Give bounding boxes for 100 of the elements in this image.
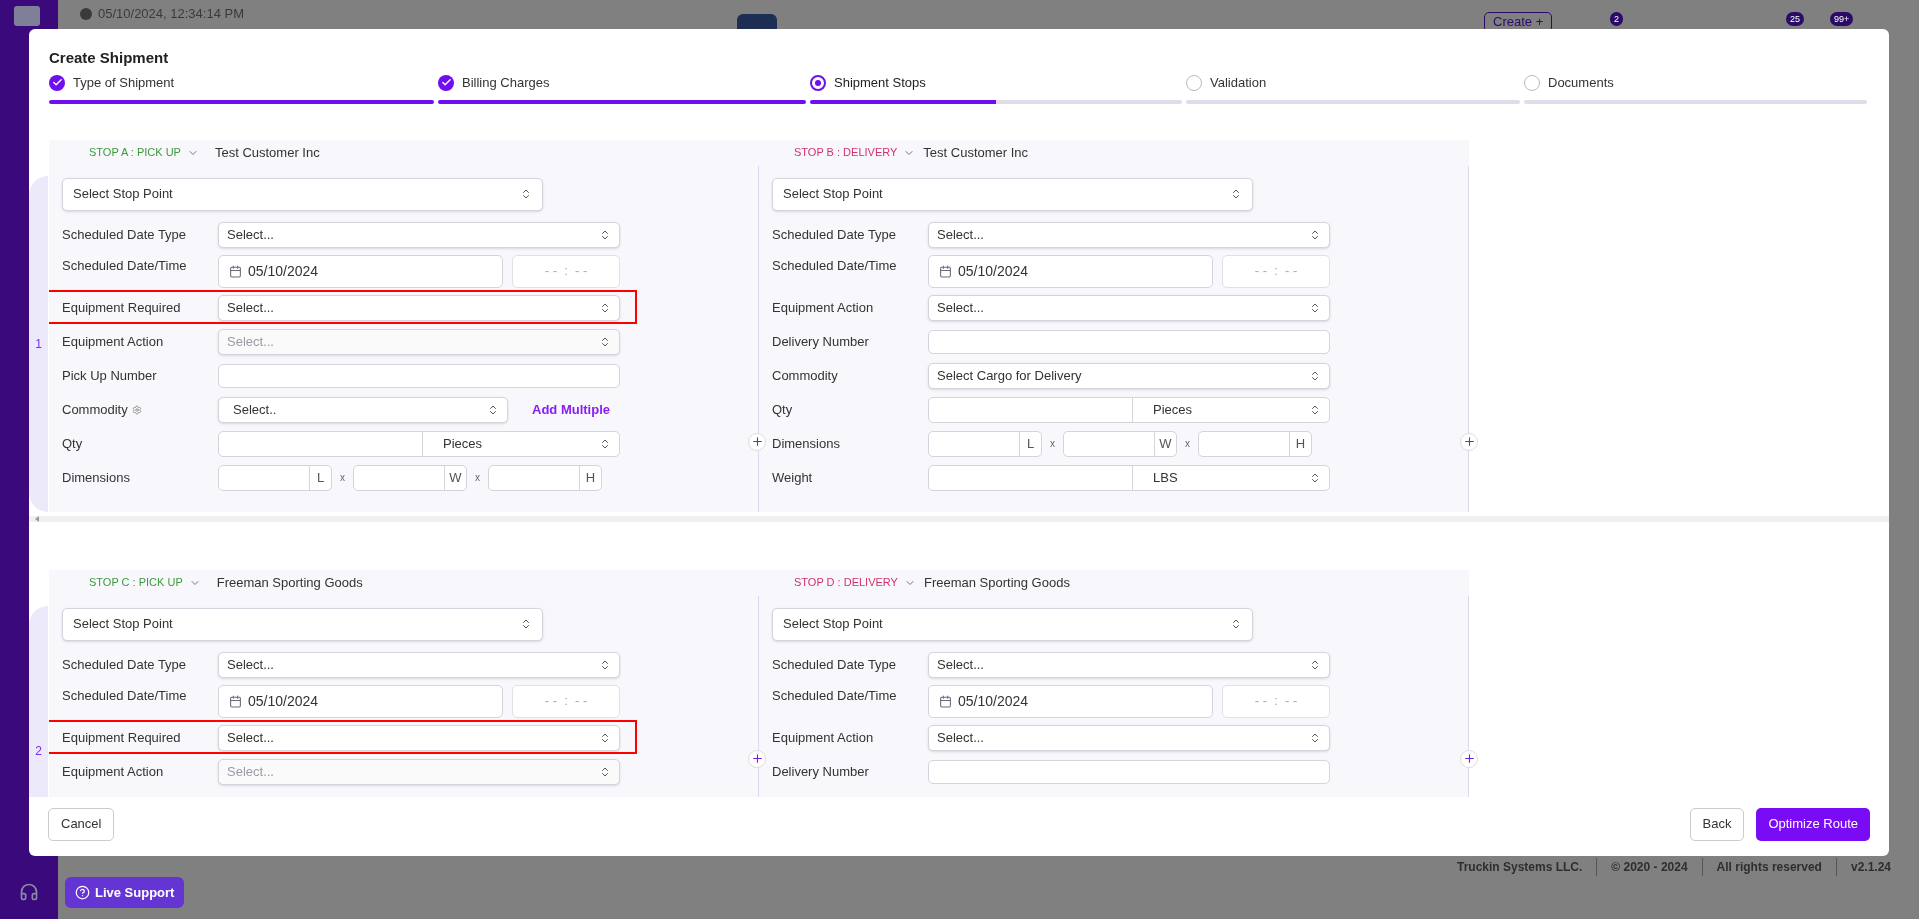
field-label: Delivery Number	[772, 333, 869, 352]
field-label: Commodity	[62, 401, 128, 420]
times-sign: x	[474, 471, 481, 485]
stop-point-select[interactable]: Select Stop Point	[772, 177, 1253, 211]
chevron-icon	[520, 618, 532, 630]
footer-text: © 2020 - 2024	[1611, 859, 1688, 876]
calendar-icon	[229, 694, 242, 708]
dimension-field[interactable]: L	[218, 464, 332, 491]
chevron-icon	[599, 228, 611, 241]
select-field[interactable]: Select...	[218, 294, 620, 321]
quantity-field[interactable]: LBS	[928, 464, 1330, 491]
horizontal-scrollbar[interactable]	[29, 515, 1889, 522]
dimension-field[interactable]: H	[1198, 430, 1312, 457]
field-label: Dimensions	[62, 469, 130, 488]
radio-icon	[810, 74, 826, 91]
quantity-field[interactable]: Pieces	[928, 396, 1330, 423]
step-tab[interactable]: Validation	[1186, 71, 1267, 94]
field-label: Equipment Action	[772, 729, 874, 748]
dimension-field[interactable]: H	[488, 464, 602, 491]
plus-icon	[750, 435, 764, 448]
field-label: Equipment Action	[62, 763, 164, 782]
chevron-icon	[1309, 301, 1321, 314]
live-support-button[interactable]: Live Support	[65, 877, 185, 908]
dimension-field[interactable]: L	[928, 430, 1042, 457]
timestamp: 05/10/2024, 12:34:14 PM	[98, 5, 244, 23]
select-field[interactable]: Select...	[928, 221, 1330, 248]
stop-type-label: STOP C : PICK UP	[89, 575, 183, 591]
step-tab[interactable]: Type of Shipment	[49, 71, 175, 94]
cancel-button[interactable]: Cancel	[48, 807, 115, 841]
headset-icon[interactable]	[19, 882, 39, 902]
select-field[interactable]: Select...	[928, 651, 1330, 678]
input-field[interactable]	[218, 363, 620, 388]
calendar-icon	[939, 264, 952, 278]
customer-name: Test Customer Inc	[923, 143, 1029, 162]
chevron-icon	[1309, 471, 1321, 484]
step-tab[interactable]: Billing Charges	[438, 71, 550, 94]
chevron-icon	[1309, 403, 1321, 416]
field-label: Equipment Required	[62, 299, 181, 318]
select-field[interactable]: Select..	[218, 396, 508, 423]
unit-select[interactable]: Pieces	[423, 431, 619, 456]
select-field[interactable]: Select...	[928, 724, 1330, 751]
customer-name: Freeman Sporting Goods	[923, 573, 1070, 592]
add-multiple-link[interactable]: Add Multiple	[532, 399, 610, 420]
select-field[interactable]: Select...	[218, 651, 620, 678]
field-label: Scheduled Date/Time	[62, 686, 187, 705]
unit-label: W	[444, 465, 466, 490]
chevron-icon	[1230, 188, 1242, 200]
chevron-icon	[599, 731, 611, 744]
chevron-icon	[599, 437, 611, 450]
field-label: Equipment Action	[62, 333, 164, 352]
stop-type-label: STOP B : DELIVERY	[794, 145, 898, 161]
stop-point-select[interactable]: Select Stop Point	[772, 607, 1253, 641]
notification-badge: 99+	[1830, 12, 1854, 26]
field-label: Qty	[62, 435, 83, 454]
stop-point-select[interactable]: Select Stop Point	[62, 607, 543, 641]
select-field[interactable]: Select...	[928, 294, 1330, 321]
select-field[interactable]: Select Cargo for Delivery	[928, 362, 1330, 389]
date-field[interactable]: 05/10/2024	[218, 254, 503, 288]
date-field[interactable]: 05/10/2024	[218, 684, 503, 718]
footer-text: All rights reserved	[1716, 859, 1822, 876]
stop-point-select[interactable]: Select Stop Point	[62, 177, 543, 211]
unit-label: H	[579, 465, 601, 490]
field-label: Scheduled Date Type	[62, 656, 187, 675]
field-label: Qty	[772, 401, 793, 420]
footer-text: v2.1.24	[1850, 859, 1891, 876]
unit-select[interactable]: Pieces	[1133, 397, 1329, 422]
dimension-field[interactable]: W	[353, 464, 467, 491]
gear-icon	[131, 405, 142, 415]
field-label: Weight	[772, 469, 813, 488]
check-icon	[49, 74, 65, 91]
dimension-field[interactable]: W	[1063, 430, 1177, 457]
chevron-icon	[599, 301, 611, 314]
optimize-route-button[interactable]: Optimize Route	[1756, 807, 1870, 841]
field-label: Dimensions	[772, 435, 840, 454]
input-field[interactable]	[928, 329, 1330, 354]
quantity-field[interactable]: Pieces	[218, 430, 620, 457]
footer-text: Truckin Systems LLC.	[1456, 859, 1583, 876]
unit-select[interactable]: LBS	[1133, 465, 1329, 490]
field-label: Scheduled Date/Time	[62, 256, 187, 275]
chevron-icon	[520, 188, 532, 200]
unit-label: L	[309, 465, 331, 490]
date-field[interactable]: 05/10/2024	[928, 254, 1213, 288]
step-tab[interactable]: Documents	[1524, 71, 1614, 94]
select-field[interactable]: Select...	[218, 221, 620, 248]
plus-icon	[1462, 752, 1476, 765]
plus-icon	[1462, 435, 1476, 448]
field-label: Equipment Required	[62, 729, 181, 748]
step-tab[interactable]: Shipment Stops	[810, 71, 926, 94]
back-button[interactable]: Back	[1689, 807, 1745, 841]
modal-title: Create Shipment	[49, 48, 170, 68]
chevron-icon	[1309, 731, 1321, 744]
field-label: Scheduled Date/Time	[772, 686, 897, 705]
stop-type-label: STOP A : PICK UP	[89, 145, 181, 161]
select-field[interactable]: Select...	[218, 724, 620, 751]
input-field[interactable]	[928, 759, 1330, 784]
clock-icon	[80, 7, 92, 20]
chevron-icon	[599, 658, 611, 671]
date-field[interactable]: 05/10/2024	[928, 684, 1213, 718]
times-sign: x	[339, 471, 346, 485]
chevron-icon	[1309, 228, 1321, 241]
